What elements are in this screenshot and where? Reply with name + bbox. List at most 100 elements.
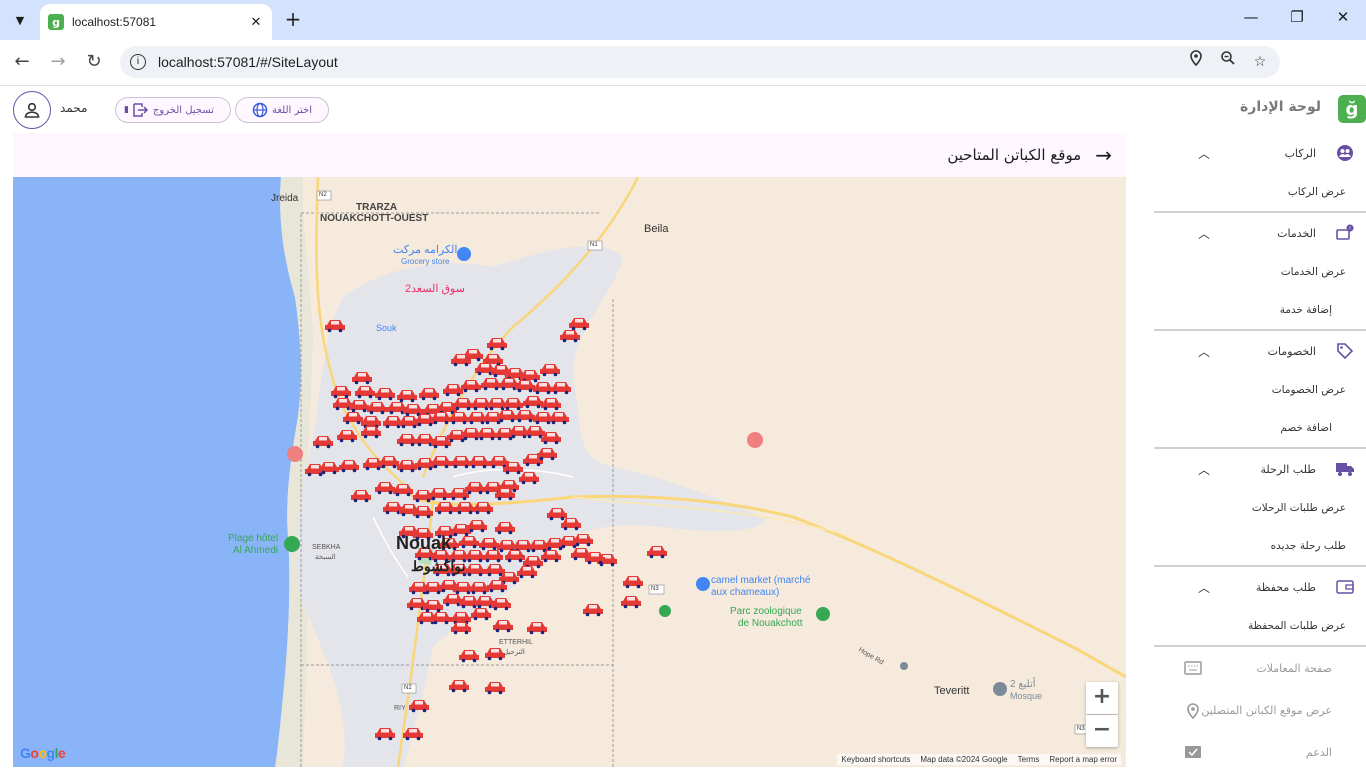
map-label-ahmedi: Al Ahmedi xyxy=(233,545,279,556)
user-name: محمد xyxy=(60,101,88,115)
map-label-mosque: أتليع 2 xyxy=(1010,679,1036,690)
captain-car-marker[interactable] xyxy=(527,622,547,635)
map-view[interactable]: Jreida TRARZA NOUAKCHOTT-OUEST Beila الك… xyxy=(13,177,1126,767)
sidebar-section-label: طلب محفظة xyxy=(1255,580,1316,594)
sidebar-flat-item-0[interactable]: صفحة المعاملات xyxy=(1154,647,1366,689)
hotel-pin-icon-2[interactable] xyxy=(747,432,763,448)
map-label-sebkha: SEBKHA xyxy=(312,544,341,551)
map-label-nouakchott: Nouak xyxy=(396,533,452,553)
sidebar-section-3[interactable]: طلب الرحلة ︿ xyxy=(1154,449,1366,489)
captain-car-marker[interactable] xyxy=(493,620,513,633)
map-label-n2b: N2 xyxy=(404,685,412,691)
map-label-camel2: aux chameaux) xyxy=(711,587,780,598)
chevron-up-icon[interactable]: ︿ xyxy=(1198,579,1210,596)
captain-car-marker[interactable] xyxy=(623,576,643,589)
terms-link[interactable]: Terms xyxy=(1018,755,1040,764)
map-label-parc: Parc zoologique xyxy=(730,606,802,617)
sidebar-item[interactable]: عرض الخدمات xyxy=(1154,253,1366,291)
map-label-karama: الكرامه مركت xyxy=(393,244,458,256)
google-logo: Google xyxy=(20,745,66,761)
location-icon[interactable] xyxy=(1184,50,1208,74)
brand-logo: ğ xyxy=(1338,95,1366,123)
sidebar-item[interactable]: عرض الخصومات xyxy=(1154,371,1366,409)
captain-car-marker[interactable] xyxy=(621,596,641,609)
sidebar-flat-item-1[interactable]: عرض موقع الكباتن المتصلين xyxy=(1154,689,1366,731)
browser-tabstrip: ▼ g localhost:57081 ✕ + — ❐ ✕ xyxy=(0,0,1366,40)
sidebar-flat-label: عرض موقع الكباتن المتصلين xyxy=(1201,703,1332,717)
close-window-icon[interactable]: ✕ xyxy=(1332,8,1354,30)
map-label-camel: camel market (marché xyxy=(711,575,811,586)
report-error-link[interactable]: Report a map error xyxy=(1049,755,1117,764)
map-label-nkc-ouest: NOUAKCHOTT-OUEST xyxy=(320,213,429,224)
map-canvas xyxy=(13,177,1126,767)
grocery-pin-icon[interactable] xyxy=(457,247,471,261)
captain-car-marker[interactable] xyxy=(583,604,603,617)
sidebar-item[interactable]: طلب رحلة جديده xyxy=(1154,527,1366,565)
forward-icon[interactable]: → xyxy=(46,50,70,74)
bookmark-star-icon[interactable]: ☆ xyxy=(1248,50,1272,74)
sidebar-section-2[interactable]: الخصومات ︿ xyxy=(1154,331,1366,371)
site-info-icon[interactable]: i xyxy=(130,54,146,70)
camel-market-pin-icon[interactable] xyxy=(696,577,710,591)
back-arrow-icon[interactable]: → xyxy=(1095,143,1112,167)
sidebar-item[interactable]: عرض الركاب xyxy=(1154,173,1366,211)
captain-car-marker[interactable] xyxy=(485,682,505,695)
logout-label: تسجيل الخروج xyxy=(152,104,214,116)
map-label-riyad: RIY xyxy=(394,705,406,712)
sidebar-flat-item-2[interactable]: الدعم xyxy=(1154,731,1366,773)
reload-icon[interactable]: ↻ xyxy=(82,50,106,74)
map-label-beila: Beila xyxy=(644,223,669,235)
captain-car-marker[interactable] xyxy=(573,534,593,547)
sidebar-section-label: الخصومات xyxy=(1267,344,1316,358)
address-bar[interactable]: i localhost:57081/#/SiteLayout ☆ xyxy=(120,46,1280,78)
sidebar-item[interactable]: عرض طلبات الرحلات xyxy=(1154,489,1366,527)
zoo-pin-icon[interactable] xyxy=(816,607,830,621)
url-text[interactable]: localhost:57081/#/SiteLayout xyxy=(158,54,1184,70)
zoom-in-button[interactable]: + xyxy=(1086,682,1118,714)
close-tab-icon[interactable]: ✕ xyxy=(248,15,264,30)
back-icon[interactable]: ← xyxy=(10,50,34,74)
map-label-souk: Souk xyxy=(376,323,397,333)
browser-toolbar: ← → ↻ i localhost:57081/#/SiteLayout ☆ ⋮ xyxy=(0,40,1366,115)
sidebar-section-4[interactable]: طلب محفظة ︿ xyxy=(1154,567,1366,607)
location-pin-icon xyxy=(1184,703,1202,720)
chevron-up-icon[interactable]: ︿ xyxy=(1198,343,1210,360)
tab-search-icon[interactable]: ▼ xyxy=(8,8,32,32)
hotel-pin-icon[interactable] xyxy=(287,446,303,462)
language-button[interactable]: اختر اللغة xyxy=(235,97,329,123)
map-label-nouakchott-ar: نواكشوط xyxy=(411,558,466,574)
user-avatar[interactable] xyxy=(13,91,51,129)
chevron-up-icon[interactable]: ︿ xyxy=(1198,225,1210,242)
beach-pin-icon[interactable] xyxy=(284,536,300,552)
mosque-pin-icon[interactable] xyxy=(993,682,1007,696)
sidebar-item[interactable]: إضافة خدمة xyxy=(1154,291,1366,329)
park-pin-icon[interactable] xyxy=(659,605,671,617)
wallet-icon xyxy=(1334,576,1356,598)
restore-icon[interactable]: ❐ xyxy=(1286,8,1308,30)
new-tab-button[interactable]: + xyxy=(282,8,304,30)
chevron-up-icon[interactable]: ︿ xyxy=(1198,461,1210,478)
app-root: محمد ▮ تسجيل الخروج اختر اللغة لوحة الإد… xyxy=(0,87,1366,768)
zoom-out-button[interactable]: − xyxy=(1086,715,1118,747)
sidebar: الركاب ︿ عرض الركاب! الخدمات ︿ عرض الخدمات إضا… xyxy=(1154,133,1366,768)
dashboard-title: لوحة الإدارة xyxy=(1240,99,1322,115)
map-label-etterhil-ar: الترحيل xyxy=(503,649,525,656)
captain-car-marker[interactable] xyxy=(449,680,469,693)
map-label-mosque2: Mosque xyxy=(1010,691,1043,701)
keyboard-shortcuts-link[interactable]: Keyboard shortcuts xyxy=(841,755,910,764)
logout-button[interactable]: ▮ تسجيل الخروج xyxy=(115,97,231,123)
map-label-teveritt: Teveritt xyxy=(934,685,970,697)
chevron-up-icon[interactable]: ︿ xyxy=(1198,145,1210,162)
zoom-icon[interactable] xyxy=(1216,50,1240,74)
captain-car-marker[interactable] xyxy=(647,546,667,559)
captain-car-marker[interactable] xyxy=(485,648,505,661)
minimize-icon[interactable]: — xyxy=(1240,8,1262,30)
tab-title: localhost:57081 xyxy=(72,15,157,29)
sidebar-item[interactable]: عرض طلبات المحفظة xyxy=(1154,607,1366,645)
captain-car-marker[interactable] xyxy=(459,650,479,663)
sidebar-section-0[interactable]: الركاب ︿ xyxy=(1154,133,1366,173)
sidebar-section-label: طلب الرحلة xyxy=(1260,462,1316,476)
sidebar-section-1[interactable]: ! الخدمات ︿ xyxy=(1154,213,1366,253)
browser-tab[interactable]: g localhost:57081 ✕ xyxy=(40,4,272,40)
sidebar-item[interactable]: اضافة خصم xyxy=(1154,409,1366,447)
